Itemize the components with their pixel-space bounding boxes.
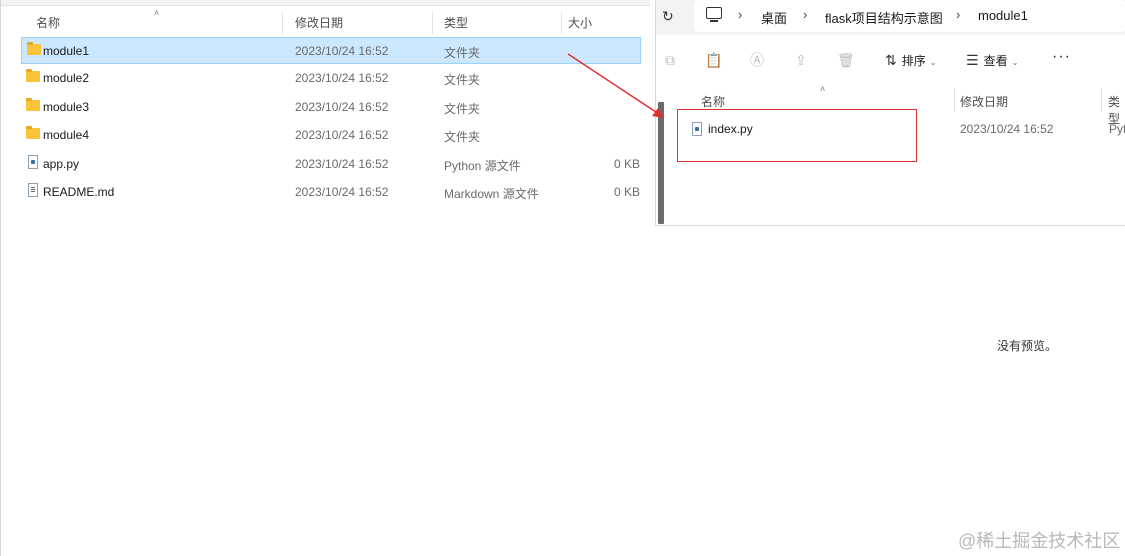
folder-icon [26,126,40,139]
chevron-right-icon[interactable]: › [738,7,742,22]
python-file-icon [28,155,38,169]
file-modified: 2023/10/24 16:52 [295,128,389,142]
file-modified: 2023/10/24 16:52 [295,44,389,58]
column-header-name[interactable]: 名称 [36,14,60,31]
column-divider[interactable] [1101,88,1102,112]
breadcrumb-desktop[interactable]: 桌面 [761,8,787,27]
paste-icon[interactable]: 📋 [705,52,722,68]
sort-button[interactable]: ⇅ 排序 ⌄ [885,52,936,69]
file-row-readme-md[interactable]: README.md 2023/10/24 16:52 Markdown 源文件 … [21,179,641,206]
file-modified: 2023/10/24 16:52 [295,157,389,171]
file-type: Markdown 源文件 [444,187,539,201]
file-name: module2 [43,71,90,85]
column-header-type[interactable]: 类型 [444,14,468,31]
chevron-right-icon[interactable]: › [803,7,807,22]
file-row-module2[interactable]: module2 2023/10/24 16:52 文件夹 [21,65,641,92]
preview-empty-text: 没有预览。 [997,339,1058,353]
column-header-modified[interactable]: 修改日期 [960,93,1008,110]
watermark: @稀土掘金技术社区 [958,531,1121,551]
file-row-module4[interactable]: module4 2023/10/24 16:52 文件夹 [21,122,641,149]
file-type: Python 源文件 [444,159,521,173]
file-type: 文件夹 [444,73,481,87]
more-options-icon[interactable]: ··· [1052,48,1071,66]
file-row-module3[interactable]: module3 2023/10/24 16:52 文件夹 [21,94,641,121]
address-bar: ↻ › 桌面 › flask项目结构示意图 › module1 [656,0,1125,34]
file-size: 0 KB [614,157,641,171]
column-header-name[interactable]: 名称 [701,93,725,110]
file-name: module1 [43,44,90,58]
file-row-module1[interactable]: module1 2023/10/24 16:52 文件夹 [21,37,641,64]
file-type: 文件夹 [444,46,481,60]
file-name: module3 [43,100,90,114]
folder-icon [27,42,41,55]
column-divider[interactable] [282,12,283,34]
chevron-right-icon[interactable]: › [956,7,960,22]
sort-up-icon: ˄ [820,84,826,94]
file-type: 文件夹 [444,130,481,144]
computer-icon[interactable] [706,7,722,22]
file-type: 文件夹 [444,102,481,116]
left-explorer-window: ˄ 名称 修改日期 类型 大小 module1 2023/10/24 16:52… [0,0,655,556]
file-type: Pyt [1109,122,1125,136]
column-header-modified[interactable]: 修改日期 [295,14,343,31]
annotation-arrow [567,53,664,118]
file-size: 0 KB [614,185,641,199]
refresh-icon[interactable]: ↻ [662,8,674,25]
file-modified: 2023/10/24 16:52 [295,185,389,199]
share-icon[interactable]: ⇪ [793,52,809,68]
rename-icon[interactable]: Ⓐ [749,52,765,68]
annotation-highlight-box [677,109,917,162]
file-modified: 2023/10/24 16:52 [295,100,389,114]
chevron-down-icon: ⌄ [929,58,937,67]
column-divider[interactable] [561,12,562,34]
view-icon: ☰ [966,52,979,68]
file-name: module4 [43,128,90,142]
folder-icon [26,98,40,111]
sort-label: 排序 [901,54,926,68]
column-divider[interactable] [432,12,433,34]
sort-up-icon: ˄ [154,8,160,18]
left-window-border [0,0,1,556]
view-label: 查看 [983,54,1008,68]
left-column-header: ˄ 名称 修改日期 类型 大小 [0,8,650,34]
breadcrumb[interactable]: › 桌面 › flask项目结构示意图 › module1 [694,0,1125,32]
column-header-size[interactable]: 大小 [568,14,592,31]
view-button[interactable]: ☰ 查看 ⌄ [966,52,1018,69]
column-divider[interactable] [954,88,955,112]
sort-icon: ⇅ [885,52,897,68]
file-name: README.md [43,185,115,199]
file-name: app.py [43,157,80,171]
file-modified: 2023/10/24 16:52 [295,71,389,85]
command-toolbar: ⧉ 📋 Ⓐ ⇪ 🗑 ⇅ 排序 ⌄ ☰ 查看 ⌄ ··· [656,36,1125,87]
delete-icon[interactable]: 🗑 [837,52,855,68]
left-top-strip [0,0,650,6]
file-row-app-py[interactable]: app.py 2023/10/24 16:52 Python 源文件 0 KB [21,151,641,178]
breadcrumb-project[interactable]: flask项目结构示意图 [825,8,943,27]
markdown-file-icon [28,183,38,197]
file-modified: 2023/10/24 16:52 [960,122,1054,136]
chevron-down-icon: ⌄ [1011,58,1019,67]
folder-icon [26,69,40,82]
breadcrumb-module1[interactable]: module1 [978,8,1028,23]
